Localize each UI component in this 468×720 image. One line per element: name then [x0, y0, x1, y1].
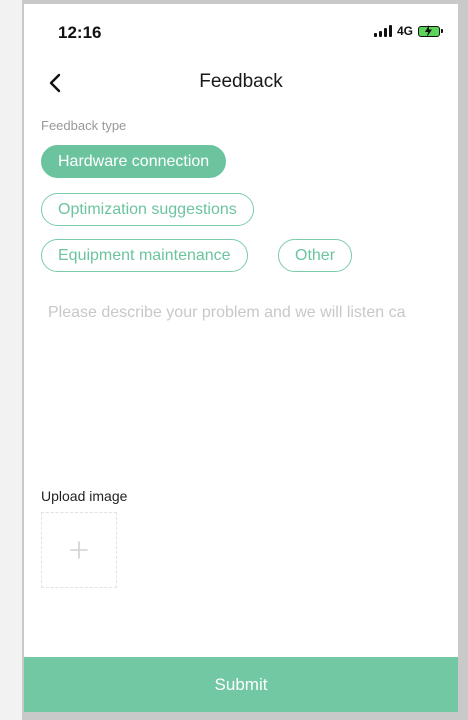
- page-title: Feedback: [199, 71, 283, 92]
- chip-other[interactable]: Other: [278, 239, 353, 272]
- status-time: 12:16: [58, 23, 102, 42]
- network-label: 4G: [396, 24, 413, 38]
- plus-icon: [70, 541, 88, 559]
- upload-image-button[interactable]: [41, 512, 117, 588]
- chip-hardware-connection[interactable]: Hardware connection: [41, 145, 227, 178]
- chip-equipment-maintenance[interactable]: Equipment maintenance: [41, 239, 248, 272]
- battery-charging-icon: [418, 24, 443, 37]
- nav-bar: Feedback: [24, 60, 458, 106]
- feedback-screen: 12:16 4G Feedback Feedback type Hardware…: [24, 4, 458, 712]
- chip-optimization-suggestions[interactable]: Optimization suggestions: [41, 193, 254, 226]
- signal-icon: [373, 25, 392, 37]
- upload-image-label: Upload image: [41, 488, 128, 504]
- status-bar: 12:16 4G: [24, 4, 458, 60]
- status-indicators: 4G: [373, 24, 443, 38]
- feedback-type-label: Feedback type: [41, 118, 127, 133]
- submit-button[interactable]: Submit: [24, 657, 458, 712]
- description-input[interactable]: [48, 304, 444, 484]
